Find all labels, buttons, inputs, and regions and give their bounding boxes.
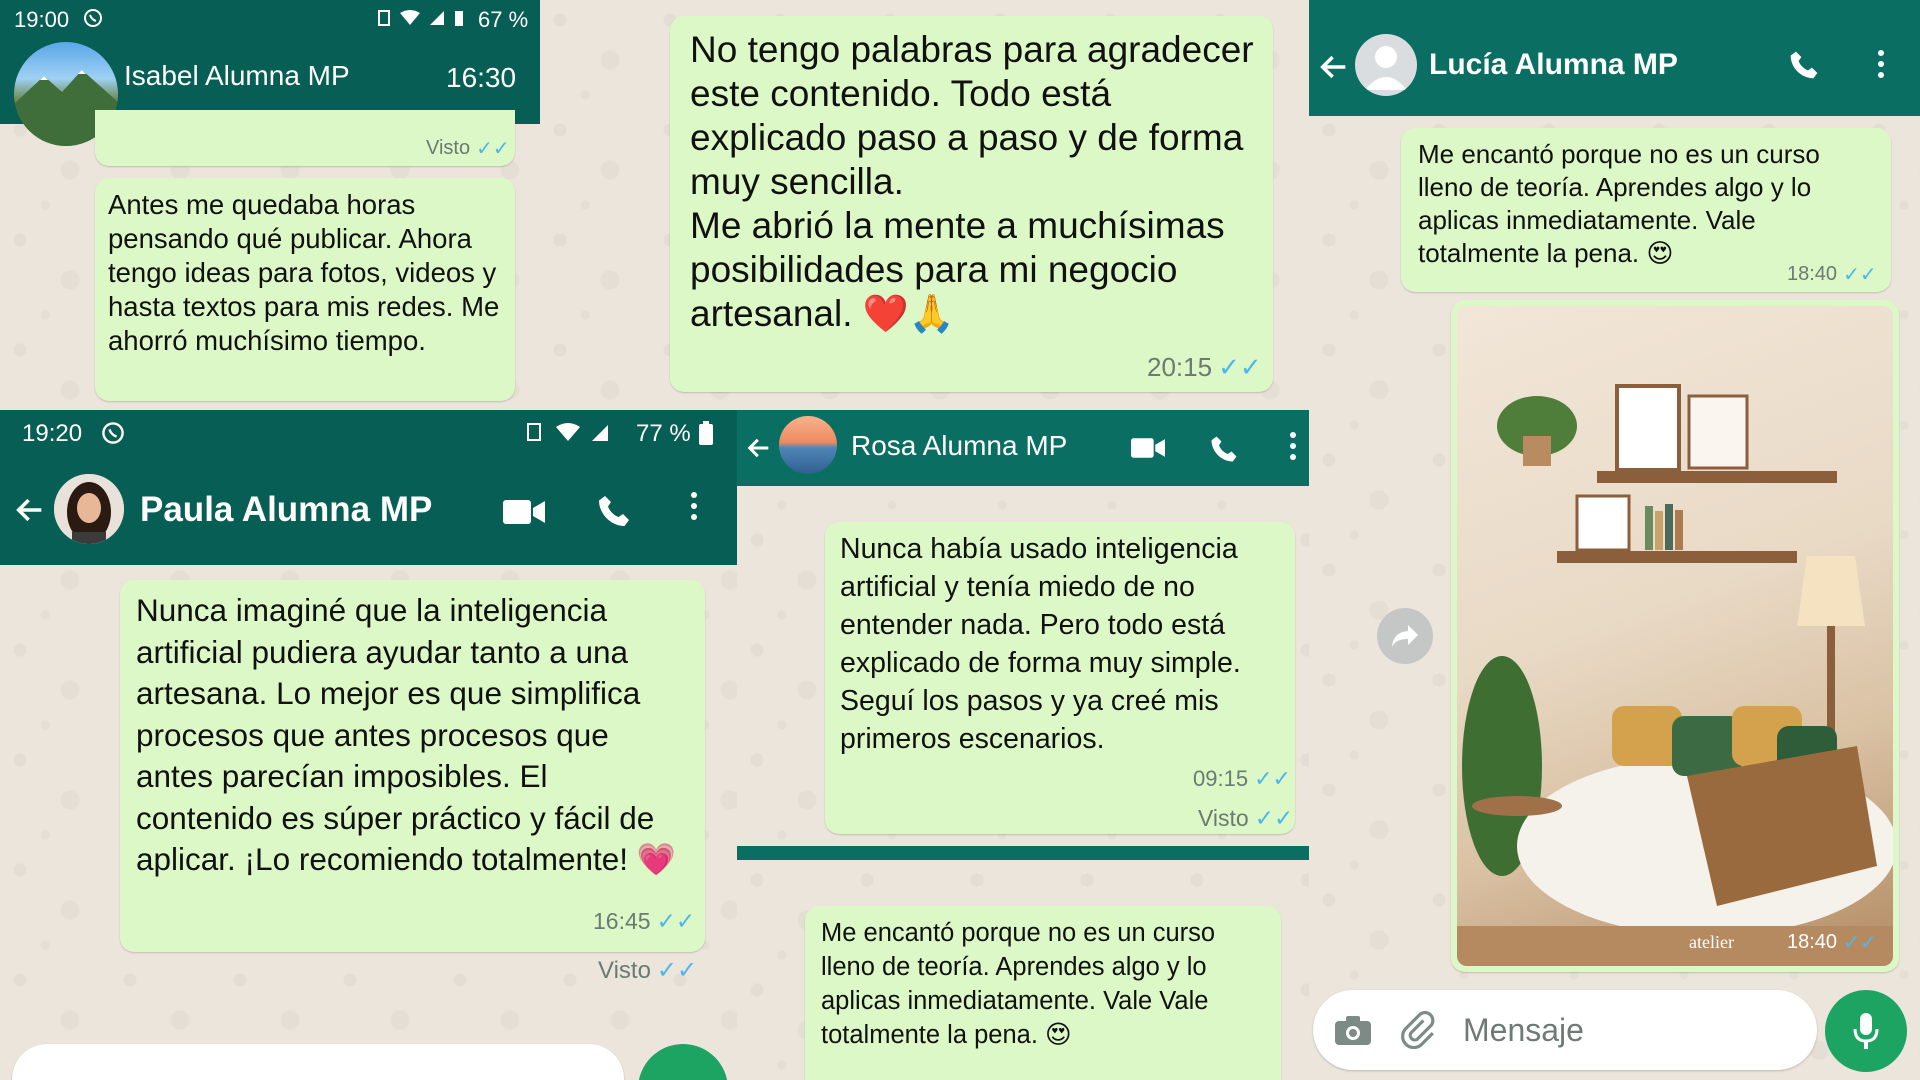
lucia-contact-name[interactable]: Lucía Alumna MP <box>1429 48 1678 82</box>
forward-button[interactable] <box>1377 608 1433 664</box>
lucia-message-text: Me encantó porque no es un curso lleno d… <box>1418 139 1820 268</box>
paula-time: 16:45 <box>593 908 651 934</box>
paula-contact-name[interactable]: Paula Alumna MP <box>140 490 432 530</box>
double-check-icon: ✓✓ <box>1254 805 1294 831</box>
lucia-time: 18:40 <box>1787 263 1838 285</box>
microphone-icon <box>1853 1013 1879 1049</box>
rosa-time: 09:15 <box>1193 766 1249 791</box>
whatsapp-icon <box>100 420 126 446</box>
video-call-icon[interactable] <box>502 492 546 532</box>
paula-more-menu-icon[interactable] <box>690 492 698 520</box>
isabel-header-time: 16:30 <box>446 62 517 93</box>
lucia-more-menu-icon[interactable] <box>1877 50 1885 78</box>
isabel-previous-visto: Visto ✓✓ <box>426 136 510 161</box>
center-divider-bar <box>737 846 1309 860</box>
double-check-icon: ✓✓ <box>1843 264 1877 286</box>
lucia-chat-panel: Lucía Alumna MP Me encantó porque no es … <box>1309 0 1920 1080</box>
rosa-visto: Visto ✓✓ <box>1198 805 1293 832</box>
lucia-avatar[interactable] <box>1355 34 1417 96</box>
battery-icon <box>698 420 714 446</box>
paula-meta: 16:45 ✓✓ <box>593 908 695 935</box>
phone-icon[interactable] <box>594 490 634 532</box>
lucia-image-time: 18:40 <box>1787 931 1838 953</box>
center-top-meta: 20:15 ✓✓ <box>1147 352 1262 383</box>
double-check-icon: ✓✓ <box>1254 766 1291 791</box>
rosa-more-menu-icon[interactable] <box>1289 432 1297 460</box>
center-top-message-text: No tengo palabras para agradecer este co… <box>690 29 1254 334</box>
double-check-icon: ✓✓ <box>1843 932 1877 954</box>
isabel-contact-name[interactable]: Isabel Alumna MP <box>124 60 350 92</box>
lucia-mic-button[interactable] <box>1825 990 1907 1072</box>
center-top-time: 20:15 <box>1147 352 1213 382</box>
rosa-meta: 09:15 ✓✓ <box>1193 766 1291 792</box>
center-top-panel: No tengo palabras para agradecer este co… <box>540 0 1309 410</box>
rosa-message-text: Nunca había usado inteligencia artificia… <box>840 533 1241 755</box>
paula-visto-label: Visto <box>598 956 651 984</box>
camera-icon[interactable] <box>1331 1010 1375 1050</box>
rosa-visto-label: Visto <box>1198 805 1249 831</box>
video-call-icon[interactable] <box>1129 432 1167 464</box>
paula-mic-button[interactable] <box>638 1044 728 1080</box>
back-arrow-icon[interactable] <box>743 432 775 464</box>
lucia-image-bubble[interactable]: atelier 18:40 ✓✓ <box>1451 300 1899 972</box>
rosa-chat-panel: Rosa Alumna MP Nunca había usado intelig… <box>737 410 1309 860</box>
rosa-contact-name[interactable]: Rosa Alumna MP <box>851 430 1067 462</box>
isabel-visto-label: Visto <box>426 137 471 159</box>
double-check-icon: ✓✓ <box>1218 352 1262 382</box>
isabel-status-time: 19:00 <box>14 7 70 32</box>
double-check-icon: ✓✓ <box>656 908 696 934</box>
signal-icons <box>522 418 622 446</box>
lucia-room-illustration <box>1457 384 1893 966</box>
whatsapp-icon <box>82 7 104 29</box>
forward-icon <box>1392 625 1418 647</box>
back-arrow-icon[interactable] <box>10 490 50 530</box>
isabel-message-text: Antes me quedaba horas pensando qué publ… <box>108 189 500 356</box>
lucia-image-watermark: atelier <box>1689 932 1734 952</box>
paula-input-bar[interactable] <box>12 1044 624 1080</box>
center-bottom-panel: Me encantó porque no es un curso lleno d… <box>737 860 1309 1080</box>
isabel-battery: 67 % <box>478 7 529 32</box>
signal-icons <box>375 6 465 30</box>
paula-visto: Visto ✓✓ <box>598 956 697 985</box>
phone-icon[interactable] <box>1207 432 1241 466</box>
lucia-image-meta: 18:40 ✓✓ <box>1787 930 1877 955</box>
paula-battery: 77 % <box>636 420 691 447</box>
lucia-image[interactable]: atelier 18:40 ✓✓ <box>1457 306 1893 966</box>
lucia-meta: 18:40 ✓✓ <box>1787 262 1877 287</box>
message-input[interactable]: Mensaje <box>1463 1012 1584 1049</box>
paula-chat-panel: 19:20 77 % Paula Alumna MP Nunca imaginé… <box>0 410 737 1080</box>
double-check-icon: ✓✓ <box>656 957 698 984</box>
double-check-icon: ✓✓ <box>476 138 510 160</box>
phone-icon[interactable] <box>1785 46 1823 84</box>
back-arrow-icon[interactable] <box>1315 48 1353 86</box>
rosa-avatar[interactable] <box>779 416 837 474</box>
attach-clip-icon[interactable] <box>1395 1010 1439 1050</box>
paula-avatar[interactable] <box>54 474 124 544</box>
isabel-chat-panel: 19:00 67 % Isabel Alumna MP 16:30 Visto … <box>0 0 540 410</box>
paula-message-text: Nunca imaginé que la inteligencia artifi… <box>136 592 676 877</box>
center-bottom-message-text: Me encantó porque no es un curso lleno d… <box>821 919 1216 1049</box>
paula-status-time: 19:20 <box>22 420 83 447</box>
